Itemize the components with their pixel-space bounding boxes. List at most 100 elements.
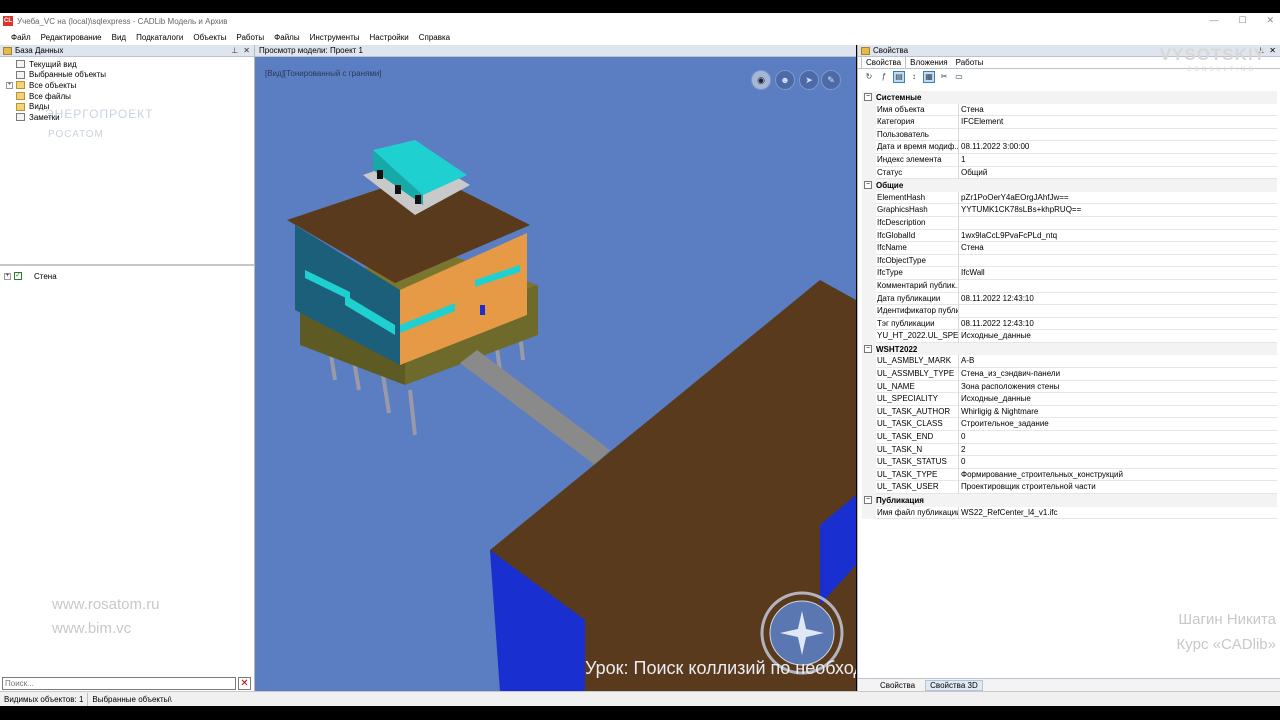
categorized-icon[interactable]: ▤ xyxy=(893,71,905,83)
expand-icon[interactable]: + xyxy=(6,81,13,89)
property-value[interactable]: Стена xyxy=(959,104,1277,117)
property-value[interactable]: Общий xyxy=(959,167,1277,180)
property-row[interactable]: GraphicsHash YYTUMK1CK78sLBs+khpRUQ== xyxy=(862,204,1277,217)
link-icon[interactable]: ✂ xyxy=(938,71,950,83)
property-row[interactable]: IfcName Стена xyxy=(862,242,1277,255)
menu-edit[interactable]: Редактирование xyxy=(36,33,107,42)
property-row[interactable]: Дата публикации 08.11.2022 12:43:10 xyxy=(862,292,1277,306)
collapse-icon[interactable]: − xyxy=(864,345,872,354)
collapse-icon[interactable]: − xyxy=(864,181,872,190)
layer-item-wall[interactable]: + ✓ Стена xyxy=(4,270,254,282)
property-value[interactable]: Стена xyxy=(959,242,1277,255)
tree-item-all-objects[interactable]: + Все объекты xyxy=(4,80,254,91)
refresh-icon[interactable]: ↻ xyxy=(863,71,875,83)
filter-icon[interactable]: ƒ xyxy=(878,71,890,83)
menu-works[interactable]: Работы xyxy=(231,33,269,42)
bottom-tab-properties-3d[interactable]: Свойства 3D xyxy=(925,679,983,691)
property-row[interactable]: Категория IFCElement xyxy=(862,116,1277,129)
close-icon[interactable]: ✕ xyxy=(243,46,250,55)
property-section[interactable]: − Общие xyxy=(862,179,1277,192)
tree-item-views[interactable]: Виды xyxy=(4,101,254,112)
tab-works[interactable]: Работы xyxy=(952,57,988,68)
sort-icon[interactable]: ↕ xyxy=(908,71,920,83)
property-value[interactable]: 08.11.2022 3:00:00 xyxy=(959,141,1277,154)
property-row[interactable]: YU_HT_2022.UL_SPE... Исходные_данные xyxy=(862,330,1277,343)
property-value[interactable]: 08.11.2022 12:43:10 xyxy=(959,318,1277,331)
property-row[interactable]: Идентификатор публи... xyxy=(862,305,1277,318)
search-input[interactable] xyxy=(2,677,236,690)
property-value[interactable] xyxy=(959,305,1277,318)
tab-properties[interactable]: Свойства xyxy=(861,56,907,68)
property-value[interactable]: Зона расположения стены xyxy=(959,381,1277,394)
property-value[interactable]: 1wx9laCcL9PvaFcPLd_ntq xyxy=(959,230,1277,243)
model-viewport[interactable]: Просмотр модели: Проект 1 [Вид][Тонирова… xyxy=(255,45,856,691)
property-row[interactable]: Дата и время модиф... 08.11.2022 3:00:00 xyxy=(862,141,1277,154)
property-row[interactable]: UL_TASK_TYPE Формирование_строительных_ко… xyxy=(862,468,1277,482)
property-value[interactable] xyxy=(959,255,1277,268)
menu-view[interactable]: Вид xyxy=(107,33,131,42)
property-row[interactable]: Имя объекта Стена xyxy=(862,103,1277,117)
property-row[interactable]: UL_TASK_CLASS Строительное_задание xyxy=(862,418,1277,432)
property-row[interactable]: UL_TASK_N 2 xyxy=(862,443,1277,457)
pin-icon[interactable]: ⊥ xyxy=(231,46,238,55)
property-row[interactable]: Тэг публикации 08.11.2022 12:43:10 xyxy=(862,317,1277,331)
minimize-button[interactable]: — xyxy=(1209,15,1218,26)
close-icon[interactable]: ✕ xyxy=(1269,46,1276,55)
tab-attachments[interactable]: Вложения xyxy=(906,57,951,68)
property-row[interactable]: Пользователь xyxy=(862,128,1277,142)
property-row[interactable]: Имя файл публикации WS22_RefCenter_l4_v1.… xyxy=(862,506,1277,520)
close-button[interactable]: ✕ xyxy=(1266,15,1274,26)
menu-settings[interactable]: Настройки xyxy=(364,33,413,42)
tree-item-notes[interactable]: Заметки xyxy=(4,112,254,123)
property-row[interactable]: IfcType IfcWall xyxy=(862,267,1277,280)
property-row[interactable]: UL_NAME Зона расположения стены xyxy=(862,380,1277,394)
maximize-button[interactable]: ☐ xyxy=(1238,15,1246,26)
model-3d-scene[interactable] xyxy=(255,45,856,691)
property-row[interactable]: UL_TASK_USER Проектировщик строительной ч… xyxy=(862,481,1277,494)
property-value[interactable] xyxy=(959,217,1277,230)
menu-subcatalogs[interactable]: Подкаталоги xyxy=(131,33,188,42)
property-section[interactable]: − WSHT2022 xyxy=(862,342,1277,356)
props-icon[interactable]: ▦ xyxy=(923,71,935,83)
property-value[interactable]: Строительное_задание xyxy=(959,418,1277,432)
property-value[interactable]: 2 xyxy=(959,444,1277,457)
property-row[interactable]: Комментарий публик... xyxy=(862,279,1277,293)
property-value[interactable]: А-В xyxy=(959,355,1277,369)
layer-checkbox[interactable]: ✓ xyxy=(14,272,22,280)
property-row[interactable]: UL_ASMBLY_MARK А-В xyxy=(862,355,1277,369)
options-icon[interactable]: ▭ xyxy=(953,71,965,83)
property-value[interactable]: pZr1PoOerY4aEOrgJAhfJw== xyxy=(959,192,1277,205)
expand-icon[interactable]: + xyxy=(4,272,11,280)
property-value[interactable]: 0 xyxy=(959,456,1277,469)
menu-help[interactable]: Справка xyxy=(414,33,455,42)
property-row[interactable]: Статус Общий xyxy=(862,166,1277,180)
property-row[interactable]: UL_TASK_STATUS 0 xyxy=(862,456,1277,469)
menu-objects[interactable]: Объекты xyxy=(188,33,231,42)
menu-tools[interactable]: Инструменты xyxy=(305,33,365,42)
property-row[interactable]: UL_TASK_END 0 xyxy=(862,431,1277,444)
property-value[interactable]: Проектировщик строительной части xyxy=(959,481,1277,494)
tree-item-current-view[interactable]: Текущий вид xyxy=(4,59,254,70)
property-row[interactable]: ElementHash pZr1PoOerY4aEOrgJAhfJw== xyxy=(862,191,1277,205)
property-value[interactable]: Исходные_данные xyxy=(959,330,1277,343)
property-row[interactable]: UL_TASK_AUTHOR Whirligig & Nightmare xyxy=(862,405,1277,419)
tree-item-selected-objects[interactable]: Выбранные объекты xyxy=(4,70,254,81)
property-row[interactable]: IfcGlobalId 1wx9laCcL9PvaFcPLd_ntq xyxy=(862,229,1277,243)
property-value[interactable]: IFCElement xyxy=(959,116,1277,129)
menu-file[interactable]: Файл xyxy=(6,33,36,42)
property-value[interactable]: Whirligig & Nightmare xyxy=(959,406,1277,419)
tree-item-all-files[interactable]: Все файлы xyxy=(4,91,254,102)
property-value[interactable]: 0 xyxy=(959,431,1277,444)
menu-files[interactable]: Файлы xyxy=(269,33,304,42)
property-value[interactable]: IfcWall xyxy=(959,267,1277,280)
property-row[interactable]: IfcObjectType xyxy=(862,254,1277,268)
property-value[interactable]: 1 xyxy=(959,154,1277,167)
property-section[interactable]: − Системные xyxy=(862,91,1277,104)
property-section[interactable]: − Публикация xyxy=(862,494,1277,507)
property-value[interactable]: WS22_RefCenter_l4_v1.ifc xyxy=(959,507,1277,520)
clear-search-icon[interactable]: ✕ xyxy=(238,677,251,690)
collapse-icon[interactable]: − xyxy=(864,496,872,505)
property-value[interactable]: Исходные_данные xyxy=(959,393,1277,406)
property-value[interactable]: 08.11.2022 12:43:10 xyxy=(959,293,1277,306)
collapse-icon[interactable]: − xyxy=(864,93,872,102)
